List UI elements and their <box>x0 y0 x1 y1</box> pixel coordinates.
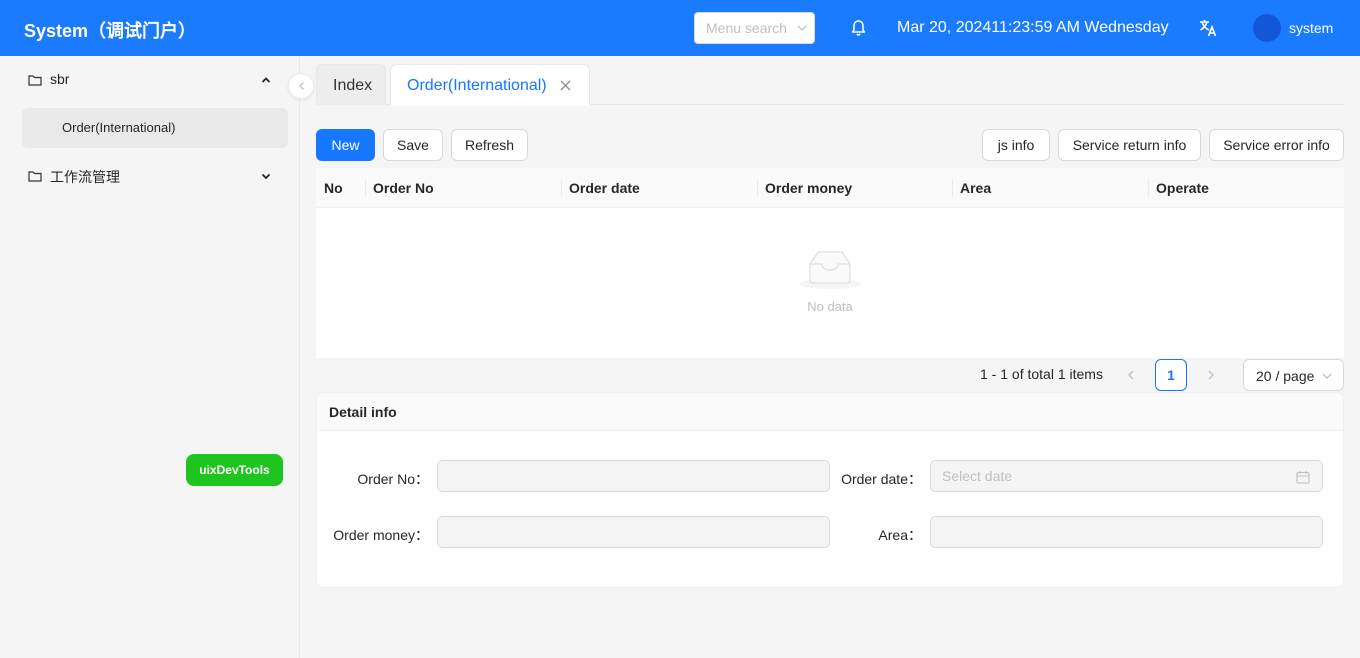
detail-panel: Detail info Order No： Order date： Order … <box>316 392 1344 588</box>
order-money-field[interactable] <box>437 516 830 548</box>
close-icon[interactable] <box>560 80 571 91</box>
new-button[interactable]: New <box>316 129 375 161</box>
column-header-operate: Operate <box>1148 168 1344 208</box>
tab-order-international[interactable]: Order(International) <box>390 64 590 106</box>
pagination-total: 1 - 1 of total 1 items <box>980 366 1103 382</box>
order-date-label: Order date： <box>841 471 922 487</box>
sidebar-collapse-button[interactable] <box>288 73 314 99</box>
area-input[interactable] <box>931 517 1322 547</box>
refresh-button[interactable]: Refresh <box>451 129 528 161</box>
menu-search-select[interactable] <box>694 12 815 44</box>
column-header-no: No <box>324 180 343 196</box>
service-return-info-button[interactable]: Service return info <box>1058 129 1201 161</box>
username-label[interactable]: system <box>1289 20 1333 36</box>
sidebar-group-label: 工作流管理 <box>50 169 120 185</box>
chevron-right-icon[interactable] <box>1204 368 1218 382</box>
service-error-info-button[interactable]: Service error info <box>1209 129 1344 161</box>
bell-icon[interactable] <box>850 19 867 37</box>
tab-label: Index <box>333 77 373 94</box>
tab-bar: Index Order(International) <box>316 64 1344 106</box>
order-money-input[interactable] <box>438 517 829 547</box>
column-header-area: Area <box>952 168 1148 208</box>
page-size-select[interactable]: 20 / page <box>1243 359 1344 391</box>
save-button[interactable]: Save <box>383 129 443 161</box>
chevron-down-icon <box>261 173 271 180</box>
area-label: Area： <box>878 527 922 543</box>
avatar[interactable] <box>1253 14 1281 42</box>
translate-icon[interactable] <box>1198 18 1218 38</box>
order-no-field[interactable] <box>437 460 830 492</box>
folder-icon <box>28 171 42 182</box>
table-header: No Order No Order date Order money Area … <box>316 168 1344 208</box>
tab-index[interactable]: Index <box>316 64 386 105</box>
column-header-order-date: Order date <box>561 168 757 208</box>
sidebar-group-sbr[interactable]: sbr <box>22 60 288 100</box>
sidebar-group-workflow[interactable]: 工作流管理 <box>22 156 288 196</box>
chevron-left-icon <box>299 82 304 90</box>
column-header-order-money: Order money <box>757 168 952 208</box>
order-date-picker[interactable] <box>930 460 1323 492</box>
sidebar-group-label: sbr <box>50 71 70 87</box>
chevron-down-icon <box>1322 373 1332 379</box>
order-no-input[interactable] <box>438 461 829 491</box>
app-title: System（调试门户） <box>24 21 197 41</box>
page-size-value: 20 / page <box>1256 368 1315 384</box>
calendar-icon <box>1296 471 1310 484</box>
empty-state-text: No data <box>807 299 853 314</box>
detail-panel-title: Detail info <box>329 404 397 420</box>
sidebar: sbr Order(International) 工作流管理 uixDevToo… <box>0 56 300 658</box>
sidebar-item-label: Order(International) <box>62 120 176 135</box>
order-no-label: Order No： <box>357 471 429 487</box>
tab-label: Order(International) <box>407 77 547 94</box>
folder-icon <box>28 75 42 86</box>
chevron-down-icon <box>797 25 807 31</box>
sidebar-item-order-international[interactable]: Order(International) <box>22 108 288 148</box>
chevron-up-icon <box>261 77 271 83</box>
menu-search-input[interactable] <box>695 13 795 43</box>
chevron-left-icon[interactable] <box>1124 368 1138 382</box>
pagination-page-1[interactable]: 1 <box>1155 359 1187 391</box>
column-header-order-no: Order No <box>365 168 561 208</box>
area-field[interactable] <box>930 516 1323 548</box>
order-date-input[interactable] <box>931 461 1322 491</box>
order-table: No Order No Order date Order money Area … <box>316 168 1344 358</box>
empty-inbox-icon <box>799 251 861 289</box>
datetime-display: Mar 20, 202411:23:59 AM Wednesday <box>897 19 1169 36</box>
detail-panel-header: Detail info <box>317 393 1343 431</box>
js-info-button[interactable]: js info <box>982 129 1050 161</box>
uix-devtools-button[interactable]: uixDevTools <box>186 454 283 486</box>
order-money-label: Order money： <box>333 527 429 543</box>
top-header: System（调试门户） Mar 20, 202411:23:59 AM Wed… <box>0 0 1360 56</box>
